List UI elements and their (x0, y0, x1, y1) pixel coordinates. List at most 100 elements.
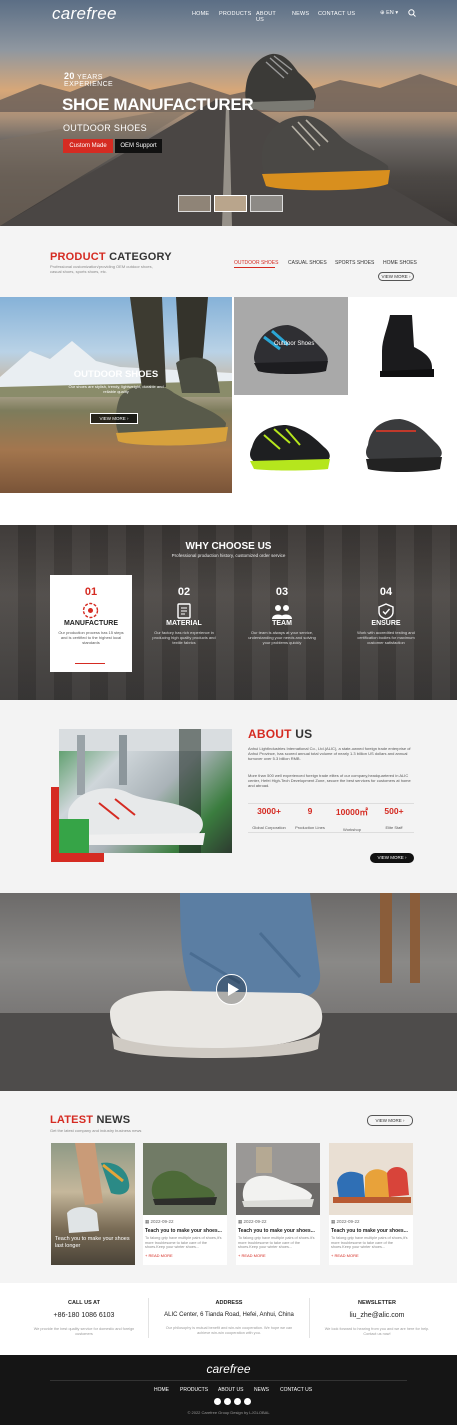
pinterest-icon[interactable] (224, 1398, 231, 1405)
contact-newsletter-label: NEWSLETTER (358, 1300, 396, 1306)
why-card-ensure[interactable]: 04 ENSURE Work with accredited testing a… (345, 575, 427, 672)
tab-outdoor-shoes[interactable]: OUTDOOR SHOES (234, 260, 278, 266)
stat-workshop: 10000㎡ Workshop (332, 806, 372, 836)
category-title-red: PRODUCT (50, 251, 106, 263)
contact-newsletter-description: We look forward to hearing from you and … (324, 1327, 430, 1336)
facebook-icon[interactable] (214, 1398, 221, 1405)
why-card-title: MATERIAL (166, 620, 202, 627)
about-factory-image (59, 729, 232, 853)
stat-value: 3000+ (257, 806, 281, 816)
search-icon[interactable] (408, 9, 416, 17)
why-card-description: Our production process has 15 steps and … (58, 630, 124, 645)
nav-home[interactable]: HOME (192, 11, 209, 17)
category-title: PRODUCT CATEGORY (50, 251, 172, 263)
footer-logo[interactable]: carefree (0, 1362, 457, 1376)
about-paragraph-2: More than 500 well experienced foreign t… (248, 773, 411, 788)
contact-phone[interactable]: +86-180 1086 6103 (29, 1312, 139, 1319)
factory-machine-graphic (59, 729, 232, 853)
why-card-description: Our team is always at your service, unde… (248, 630, 316, 645)
product-tile-1[interactable]: Outdoor Shoes (234, 297, 348, 395)
contact-call-description: We provide the best quality service for … (33, 1327, 135, 1336)
about-view-more-button[interactable]: VIEW MORE › (370, 853, 414, 863)
video-section[interactable] (0, 893, 457, 1091)
footer-nav-home[interactable]: HOME (154, 1387, 169, 1393)
footer-nav-news[interactable]: NEWS (254, 1387, 269, 1393)
stat-label: Elite Staff (385, 825, 403, 830)
news-view-more-button[interactable]: VIEW MORE › (367, 1115, 413, 1126)
oem-support-button[interactable]: OEM Support (115, 139, 162, 153)
arrow-right-icon: › (409, 274, 411, 279)
hero-thumb-2[interactable] (214, 195, 247, 212)
why-card-description: Our factory has rich experience in produ… (152, 630, 216, 645)
shield-check-icon (378, 603, 394, 620)
news-card-description: To falong grip have multiple pairs of sh… (145, 1236, 222, 1249)
why-card-title: MANUFACTURE (63, 620, 119, 627)
stat-value: 9 (307, 806, 313, 816)
why-card-manufacture[interactable]: 01 MANUFACTURE Our production process ha… (50, 575, 132, 672)
tab-home-shoes[interactable]: HOME SHOES (383, 260, 417, 266)
news-card-read-more[interactable]: + READ MORE (238, 1253, 320, 1258)
product-tile-3[interactable] (234, 397, 348, 493)
why-title: WHY CHOOSE US (185, 541, 272, 552)
news-feature-card[interactable]: Teach you to make your shoes last longer (51, 1143, 135, 1265)
stat-value: 10000㎡ (335, 807, 369, 817)
news-card-read-more[interactable]: + READ MORE (145, 1253, 227, 1258)
why-card-title: ENSURE (371, 620, 401, 627)
why-card-team[interactable]: 03 TEAM Our team is always at your servi… (241, 575, 323, 672)
calendar-icon: ▦ (145, 1219, 150, 1224)
feature-title: OUTDOOR SHOES (73, 369, 159, 380)
news-title: LATEST NEWS (50, 1114, 130, 1126)
why-card-material[interactable]: 02 MATERIAL Our factory has rich experie… (143, 575, 225, 672)
news-title-red: LATEST (50, 1114, 94, 1126)
contact-address: ADDRESS ALIC Center, 6 Tianda Road, Hefe… (163, 1300, 295, 1336)
why-card-number: 02 (177, 586, 191, 598)
footer-copyright: © 2022 Carefree Group Design by LJGLOBAL (187, 1410, 270, 1415)
about-paragraph-1: Anhui LightIndustries International Co.,… (248, 746, 411, 761)
document-icon (177, 603, 191, 619)
product-tile-4[interactable] (350, 397, 457, 493)
linkedin-icon[interactable] (244, 1398, 251, 1405)
feature-outdoor-shoes[interactable]: OUTDOOR SHOES Our shoes are stylish, tre… (0, 297, 232, 493)
footer-nav-products[interactable]: PRODUCTS (180, 1387, 208, 1393)
hero-years: 20 YEARS (64, 71, 103, 81)
site-logo[interactable]: carefree (52, 4, 117, 24)
custom-made-button[interactable]: Custom Made (63, 139, 113, 153)
white-sneakers-graphic (236, 1143, 320, 1215)
nav-contact[interactable]: CONTACT US (318, 11, 355, 17)
footer-nav-about[interactable]: ABOUT US (218, 1387, 243, 1393)
contact-email[interactable]: liu_zhe@alic.com (322, 1312, 432, 1319)
footer-nav-contact[interactable]: CONTACT US (280, 1387, 312, 1393)
feature-view-more-button[interactable]: VIEW MORE › (90, 413, 138, 424)
tab-casual-shoes[interactable]: CASUAL SHOES (288, 260, 327, 266)
green-shoes-graphic (143, 1143, 227, 1215)
news-card-2[interactable]: ▦ 2022-09-22 Teach you to make your shoe… (236, 1143, 320, 1265)
twitter-icon[interactable] (234, 1398, 241, 1405)
news-feature-caption: Teach you to make your shoes last longer (55, 1236, 130, 1249)
nav-products[interactable]: PRODUCTS (219, 11, 251, 17)
footer-divider (50, 1380, 407, 1381)
product-shoe-grey (366, 419, 442, 472)
category-view-more-button[interactable]: VIEW MORE › (378, 272, 414, 281)
video-play-button[interactable] (216, 974, 247, 1005)
category-description: Professional customization/providing OEM… (50, 264, 153, 274)
why-card-number: 03 (275, 586, 289, 598)
calendar-icon: ▦ (331, 1219, 336, 1224)
tab-sports-shoes[interactable]: SPORTS SHOES (335, 260, 374, 266)
product-tile-2[interactable] (350, 297, 457, 395)
news-card-title: Teach you to make your shoes... (331, 1228, 408, 1234)
news-card-1[interactable]: ▦ 2022-09-22 Teach you to make your shoe… (143, 1143, 227, 1265)
hero-thumb-1[interactable] (178, 195, 211, 212)
hero-shoe-bottom (261, 115, 390, 191)
news-card-3[interactable]: ▦ 2022-09-22 Teach you to make your shoe… (329, 1143, 413, 1265)
news-card-description: To falong grip have multiple pairs of sh… (331, 1236, 408, 1249)
stat-value: 500+ (384, 806, 404, 816)
news-card-date: ▦ 2022-09-22 (145, 1219, 227, 1225)
news-card-read-more[interactable]: + READ MORE (331, 1253, 413, 1258)
hero-thumb-3[interactable] (250, 195, 283, 212)
nav-about[interactable]: ABOUT US (256, 11, 276, 23)
stat-global-corporation: 3000+ Global Corporation (249, 806, 289, 834)
why-card-title: TEAM (272, 620, 292, 627)
language-select[interactable]: ⊕ EN ▾ (380, 10, 398, 16)
nav-news[interactable]: NEWS (292, 11, 309, 17)
product-boot-black (380, 315, 434, 377)
